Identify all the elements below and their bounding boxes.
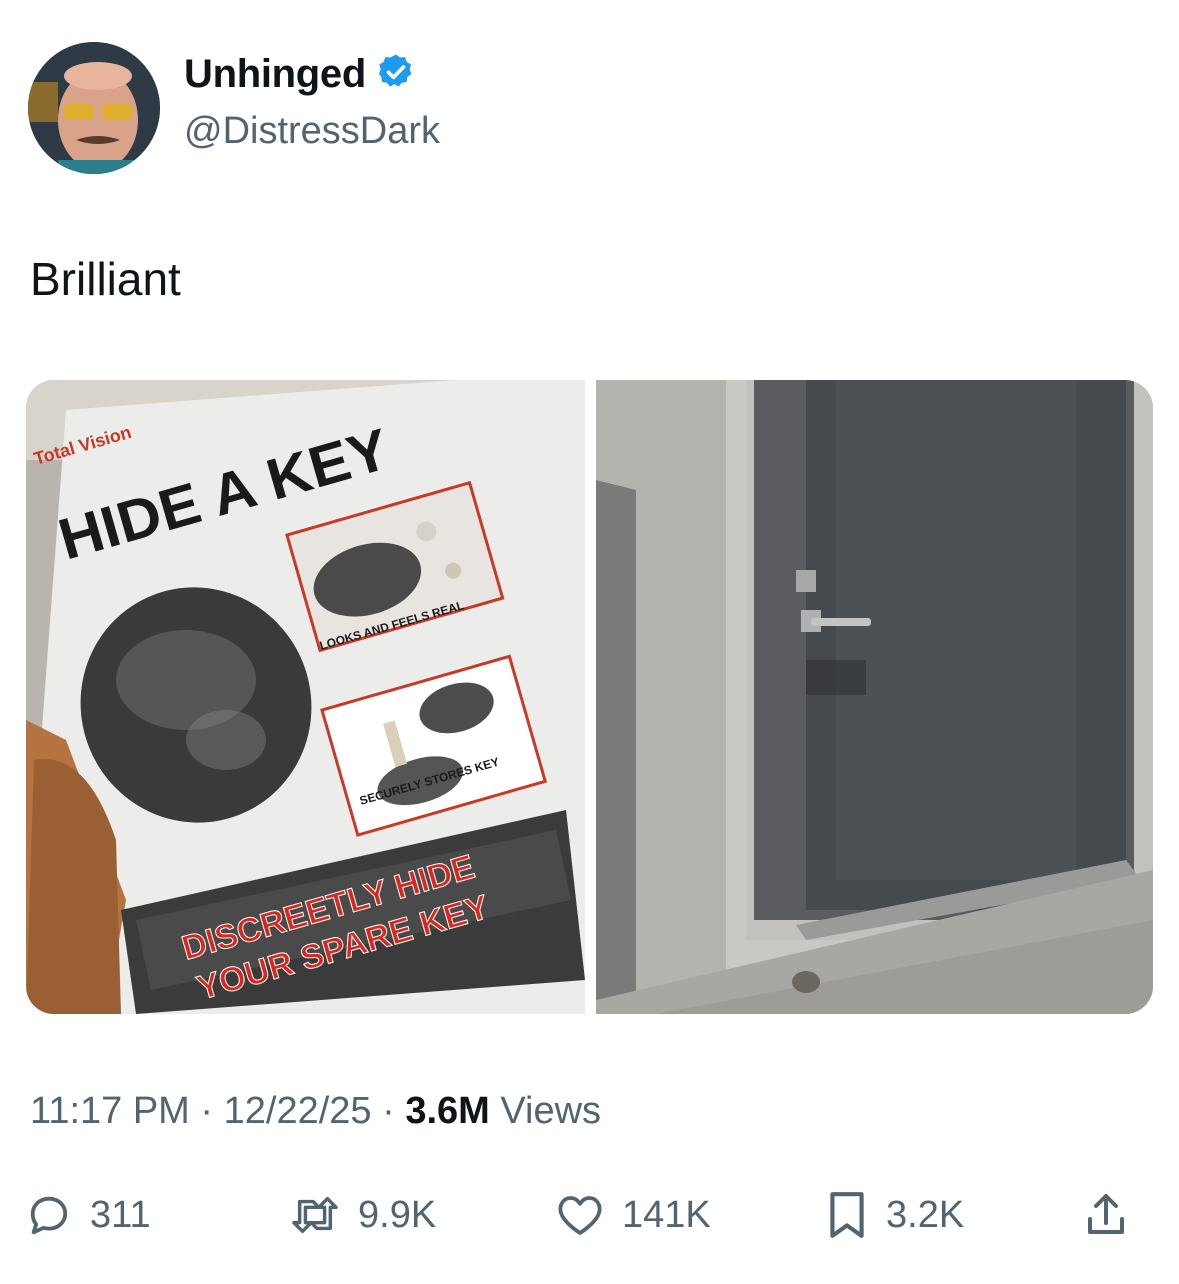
reply-count: 311 bbox=[90, 1193, 151, 1236]
tweet-meta: 11:17 PM · 12/22/25 · 3.6M Views bbox=[30, 1090, 601, 1133]
photo-door-with-rock[interactable] bbox=[596, 380, 1153, 1014]
meta-separator: · bbox=[200, 1090, 214, 1132]
reply-button[interactable]: 311 bbox=[26, 1180, 151, 1250]
media-grid[interactable]: Total Vision HIDE A KEY LOOKS AND FEELS … bbox=[26, 380, 1153, 1014]
tweet-text: Brilliant bbox=[30, 253, 181, 305]
tweet-time[interactable]: 11:17 PM bbox=[30, 1090, 190, 1132]
action-bar: 311 9.9K 141K 3.2K bbox=[0, 1180, 1179, 1250]
photo-hide-a-key-package[interactable]: Total Vision HIDE A KEY LOOKS AND FEELS … bbox=[26, 380, 585, 1014]
tweet-date[interactable]: 12/22/25 bbox=[224, 1090, 372, 1132]
display-name[interactable]: Unhinged bbox=[184, 52, 366, 97]
meta-separator: · bbox=[382, 1090, 395, 1132]
bookmark-count: 3.2K bbox=[886, 1193, 965, 1236]
bookmark-button[interactable]: 3.2K bbox=[826, 1180, 964, 1250]
user-handle[interactable]: @DistressDark bbox=[184, 110, 440, 153]
reply-icon bbox=[26, 1192, 72, 1238]
verified-badge-icon bbox=[376, 52, 416, 97]
views-count: 3.6M bbox=[405, 1090, 490, 1132]
share-button[interactable] bbox=[1084, 1180, 1128, 1250]
bookmark-icon bbox=[826, 1190, 868, 1240]
share-icon bbox=[1084, 1191, 1128, 1239]
like-count: 141K bbox=[622, 1193, 711, 1236]
repost-icon bbox=[290, 1192, 340, 1238]
like-icon bbox=[556, 1192, 604, 1238]
views-label: Views bbox=[500, 1090, 602, 1132]
like-button[interactable]: 141K bbox=[556, 1180, 711, 1250]
repost-count: 9.9K bbox=[358, 1193, 437, 1236]
repost-button[interactable]: 9.9K bbox=[290, 1180, 436, 1250]
avatar[interactable] bbox=[28, 42, 160, 174]
